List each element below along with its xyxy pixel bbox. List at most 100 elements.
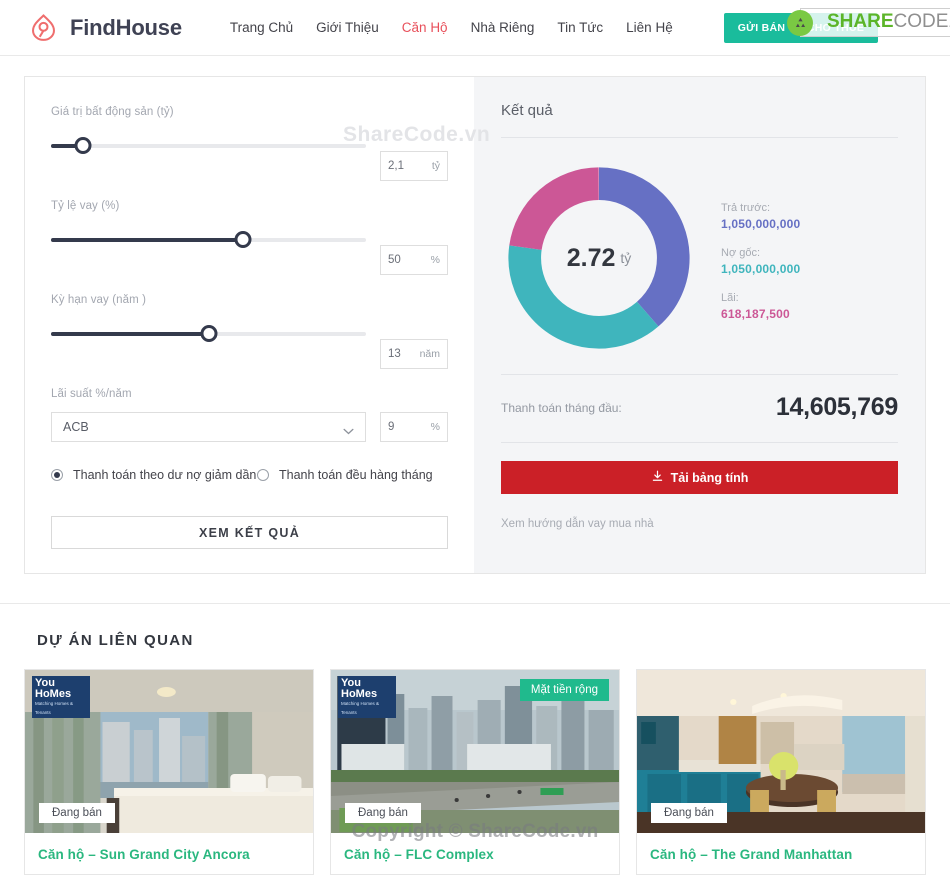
nav-item-can-ho[interactable]: Căn Hộ bbox=[402, 20, 448, 35]
watermark-code-text: CODE bbox=[893, 11, 949, 32]
total-value: 2.72 bbox=[566, 243, 616, 272]
first-month-label: Thanh toán tháng đầu: bbox=[501, 400, 622, 415]
input-value: 2,1 bbox=[388, 160, 404, 172]
youhomes-watermark: You HoMes Matching Homes & Tenants www.y… bbox=[338, 676, 396, 718]
loan-term-slider[interactable] bbox=[51, 325, 366, 342]
mortgage-calculator-section: ShareCode.vn Giá trị bất động sản (tỷ) 2… bbox=[0, 56, 950, 574]
radio-label: Thanh toán đều hàng tháng bbox=[279, 468, 433, 482]
loan-ratio-input[interactable]: 50 % bbox=[380, 245, 448, 275]
field-loan-term: Kỳ hạn vay (năm ) 13 năm bbox=[51, 294, 448, 369]
legend-item-no-goc: Nợ gốc: 1,050,000,000 bbox=[721, 247, 800, 276]
radio-option-declining-balance[interactable]: Thanh toán theo dư nợ giảm dần bbox=[51, 466, 257, 484]
yh-line3: Matching Homes & Tenants bbox=[341, 701, 380, 715]
feature-badge: Mặt tiền rộng bbox=[519, 679, 609, 701]
input-unit: % bbox=[430, 254, 440, 266]
nav-item-gioi-thieu[interactable]: Giới Thiệu bbox=[316, 20, 379, 35]
field-label: Lãi suất %/năm bbox=[51, 388, 132, 400]
yh-line2: HoMes bbox=[35, 688, 72, 700]
input-unit: % bbox=[430, 421, 440, 433]
house-outline-icon bbox=[28, 12, 59, 43]
radio-option-equal-monthly[interactable]: Thanh toán đều hàng tháng bbox=[257, 466, 433, 484]
calculator-inputs-panel: ShareCode.vn Giá trị bất động sản (tỷ) 2… bbox=[25, 77, 490, 573]
property-value-input[interactable]: 2,1 tỷ bbox=[380, 151, 448, 181]
nav-item-trang-chu[interactable]: Trang Chủ bbox=[230, 20, 293, 35]
interest-rate-input[interactable]: 9 % bbox=[380, 412, 448, 442]
chart-legend: Trả trước: 1,050,000,000 Nợ gốc: 1,050,0… bbox=[697, 196, 800, 321]
input-unit: tỷ bbox=[431, 160, 440, 172]
project-card[interactable]: You HoMes Matching Homes & Tenants www.y… bbox=[330, 669, 620, 875]
property-value-slider[interactable] bbox=[51, 137, 366, 154]
project-title[interactable]: Căn hộ – FLC Complex bbox=[331, 833, 619, 874]
first-month-payment-row: Thanh toán tháng đầu: 14,605,769 bbox=[501, 375, 898, 442]
first-month-amount: 14,605,769 bbox=[775, 393, 898, 421]
results-divider-bottom bbox=[501, 442, 898, 443]
loan-guide-link[interactable]: Xem hướng dẫn vay mua nhà bbox=[501, 518, 898, 530]
download-button-label: Tải bảng tính bbox=[670, 470, 749, 485]
youhomes-watermark: You HoMes Matching Homes & Tenants www.y… bbox=[32, 676, 90, 718]
radio-label: Thanh toán theo dư nợ giảm dần bbox=[73, 468, 257, 482]
project-image-bedroom: You HoMes Matching Homes & Tenants www.y… bbox=[25, 670, 313, 833]
input-value: 50 bbox=[388, 254, 401, 266]
brand-name: FindHouse bbox=[70, 14, 182, 40]
results-title: Kết quả bbox=[501, 102, 553, 119]
input-unit: năm bbox=[419, 348, 440, 360]
calculator-card: ShareCode.vn Giá trị bất động sản (tỷ) 2… bbox=[24, 76, 926, 574]
legend-item-tra-truoc: Trả trước: 1,050,000,000 bbox=[721, 202, 800, 231]
field-loan-ratio: Tỷ lệ vay (%) 50 % bbox=[51, 200, 448, 275]
site-header: FindHouse Trang Chủ Giới Thiệu Căn Hộ Nh… bbox=[0, 0, 950, 55]
download-spreadsheet-button[interactable]: Tải bảng tính bbox=[501, 461, 898, 494]
nav-item-tin-tuc[interactable]: Tin Tức bbox=[557, 20, 603, 35]
project-title[interactable]: Căn hộ – Sun Grand City Ancora bbox=[25, 833, 313, 874]
yh-line2: HoMes bbox=[341, 688, 378, 700]
legend-value: 1,050,000,000 bbox=[721, 216, 801, 231]
status-badge: Đang bán bbox=[39, 803, 115, 823]
project-image-cityscape: You HoMes Matching Homes & Tenants www.y… bbox=[331, 670, 619, 833]
status-badge: Đang bán bbox=[345, 803, 421, 823]
yh-line3: Matching Homes & Tenants bbox=[35, 701, 74, 715]
bank-select[interactable]: ACB bbox=[51, 412, 366, 442]
post-listing-button[interactable]: GỬI BÁN VÀ CHO THUÊ bbox=[723, 12, 879, 43]
download-icon bbox=[651, 470, 664, 486]
bank-select-value: ACB bbox=[63, 420, 89, 434]
input-value: 9 bbox=[388, 421, 395, 433]
donut-center-label: 2.72 tỷ bbox=[501, 160, 697, 356]
radio-marker[interactable] bbox=[51, 469, 63, 481]
project-image-kitchen: Đang bán bbox=[637, 670, 925, 833]
main-navigation: Trang Chủ Giới Thiệu Căn Hộ Nhà Riêng Ti… bbox=[230, 12, 879, 43]
legend-item-lai: Lãi: 618,187,500 bbox=[721, 292, 800, 321]
related-projects-list: You HoMes Matching Homes & Tenants www.y… bbox=[24, 669, 926, 875]
field-label: Tỷ lệ vay (%) bbox=[51, 200, 120, 212]
chevron-down-icon bbox=[343, 424, 354, 434]
loan-term-input[interactable]: 13 năm bbox=[380, 339, 448, 369]
field-property-value: Giá trị bất động sản (tỷ) 2,1 tỷ bbox=[51, 106, 448, 181]
payment-method-radio-group: Thanh toán theo dư nợ giảm dần Thanh toá… bbox=[51, 466, 448, 484]
status-badge: Đang bán bbox=[651, 803, 727, 823]
related-projects-section: DỰ ÁN LIÊN QUAN You HoMes Matching Homes… bbox=[0, 603, 950, 875]
slider-knob[interactable] bbox=[200, 325, 217, 342]
radio-marker[interactable] bbox=[257, 469, 269, 481]
project-card[interactable]: You HoMes Matching Homes & Tenants www.y… bbox=[24, 669, 314, 875]
legend-key: Lãi: bbox=[721, 291, 739, 304]
input-value: 13 bbox=[388, 348, 401, 360]
field-interest-rate: Lãi suất %/năm ACB 9 % bbox=[51, 388, 448, 442]
loan-ratio-slider[interactable] bbox=[51, 231, 366, 248]
slider-knob[interactable] bbox=[74, 137, 91, 154]
legend-key: Trả trước: bbox=[721, 201, 771, 214]
donut-chart: 2.72 tỷ bbox=[501, 160, 697, 356]
legend-value: 1,050,000,000 bbox=[721, 261, 801, 276]
total-unit: tỷ bbox=[620, 250, 632, 266]
brand-logo[interactable]: FindHouse bbox=[28, 12, 182, 43]
calculator-results-panel: Kết quả 2.72 tỷ Trả trước: 1,050,000,000… bbox=[474, 77, 925, 573]
results-chart-area: 2.72 tỷ Trả trước: 1,050,000,000 Nợ gốc:… bbox=[501, 138, 898, 374]
legend-value: 618,187,500 bbox=[721, 306, 790, 321]
project-title[interactable]: Căn hộ – The Grand Manhattan bbox=[637, 833, 925, 874]
field-label: Kỳ hạn vay (năm ) bbox=[51, 294, 147, 306]
slider-knob[interactable] bbox=[234, 231, 252, 248]
project-card[interactable]: Đang bán Căn hộ – The Grand Manhattan bbox=[636, 669, 926, 875]
nav-item-lien-he[interactable]: Liên Hệ bbox=[626, 20, 673, 35]
view-result-button[interactable]: XEM KẾT QUẢ bbox=[51, 516, 448, 550]
legend-key: Nợ gốc: bbox=[721, 246, 761, 259]
field-label: Giá trị bất động sản (tỷ) bbox=[51, 106, 174, 118]
related-projects-title: DỰ ÁN LIÊN QUAN bbox=[37, 632, 194, 649]
nav-item-nha-rieng[interactable]: Nhà Riêng bbox=[471, 20, 535, 35]
